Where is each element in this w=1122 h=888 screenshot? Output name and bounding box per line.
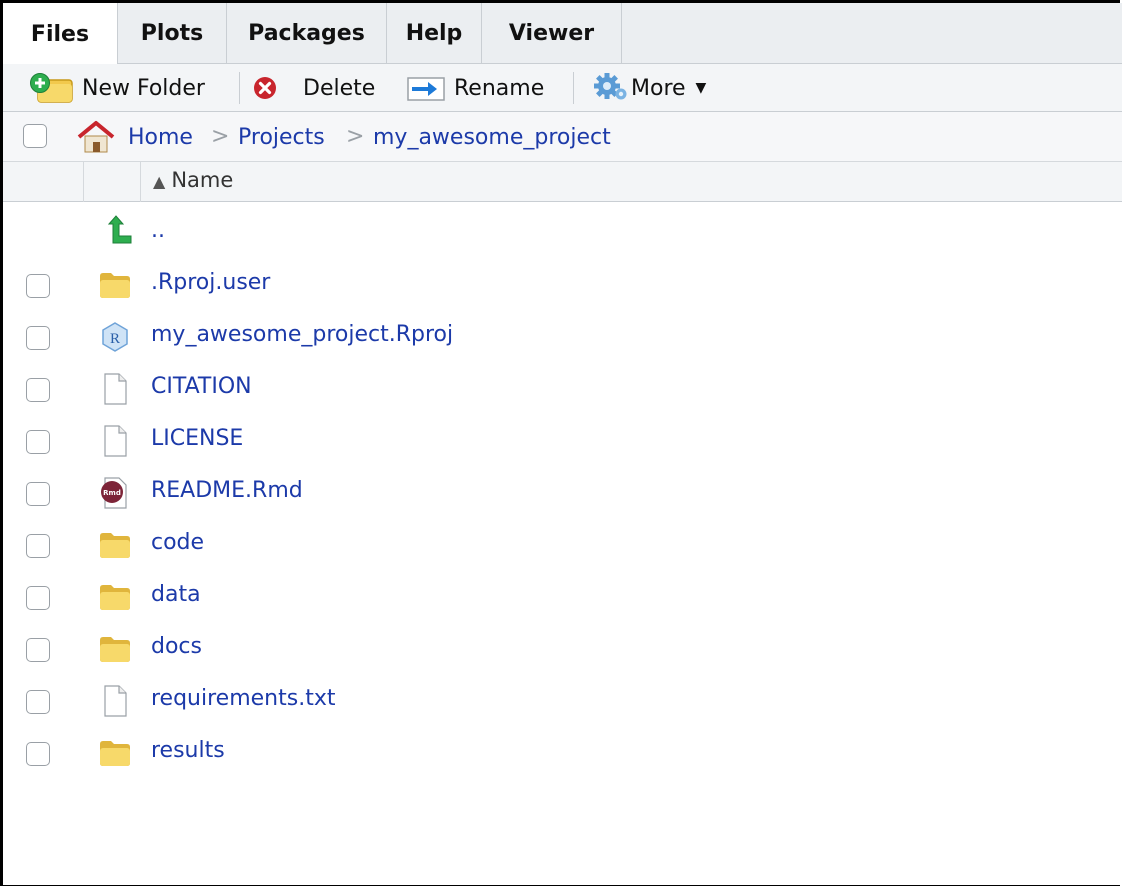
tab-files-label: Files bbox=[30, 21, 90, 47]
breadcrumb-projects[interactable]: Projects bbox=[238, 125, 325, 150]
file-list: .. .Rproj.user R my_awesome_project.Rpro… bbox=[3, 210, 1122, 782]
row-checkbox[interactable] bbox=[26, 742, 50, 766]
tab-viewer-label: Viewer bbox=[508, 21, 595, 46]
tab-plots[interactable]: Plots bbox=[118, 3, 227, 64]
row-checkbox[interactable] bbox=[26, 378, 50, 402]
caret-down-icon: ▼ bbox=[695, 80, 707, 96]
column-divider bbox=[140, 162, 141, 202]
row-checkbox[interactable] bbox=[26, 534, 50, 558]
file-icon bbox=[98, 372, 132, 406]
sort-ascending-icon: ▲ bbox=[153, 172, 166, 191]
list-item[interactable]: LICENSE bbox=[3, 418, 1122, 470]
column-header: ▲ Name bbox=[3, 162, 1122, 202]
folder-icon bbox=[98, 528, 132, 562]
folder-icon bbox=[98, 268, 132, 302]
list-item[interactable]: code bbox=[3, 522, 1122, 574]
new-folder-icon bbox=[28, 72, 76, 104]
file-name[interactable]: docs bbox=[151, 634, 202, 659]
list-item-parent[interactable]: .. bbox=[3, 210, 1122, 262]
folder-icon bbox=[98, 736, 132, 770]
rename-icon bbox=[406, 73, 446, 103]
breadcrumb-separator: > bbox=[211, 124, 230, 149]
toolbar-divider bbox=[239, 72, 240, 104]
list-item[interactable]: data bbox=[3, 574, 1122, 626]
row-checkbox[interactable] bbox=[26, 690, 50, 714]
file-name[interactable]: code bbox=[151, 530, 204, 555]
file-name[interactable]: my_awesome_project.Rproj bbox=[151, 322, 453, 347]
list-item[interactable]: R my_awesome_project.Rproj bbox=[3, 314, 1122, 366]
new-folder-button[interactable]: New Folder bbox=[28, 70, 205, 106]
list-item[interactable]: Rmd README.Rmd bbox=[3, 470, 1122, 522]
file-name[interactable]: requirements.txt bbox=[151, 686, 335, 711]
breadcrumb-home[interactable]: Home bbox=[128, 125, 193, 150]
list-item[interactable]: results bbox=[3, 730, 1122, 782]
column-divider bbox=[83, 162, 84, 202]
breadcrumb: Home > Projects > my_awesome_project bbox=[3, 112, 1122, 162]
delete-label: Delete bbox=[303, 75, 376, 101]
home-icon[interactable] bbox=[75, 120, 117, 154]
breadcrumb-current[interactable]: my_awesome_project bbox=[373, 125, 611, 150]
file-name[interactable]: .. bbox=[151, 218, 165, 243]
file-name[interactable]: data bbox=[151, 582, 201, 607]
file-name[interactable]: CITATION bbox=[151, 374, 252, 399]
up-arrow-icon bbox=[101, 214, 135, 248]
name-column-label: Name bbox=[171, 168, 234, 192]
files-toolbar: New Folder Delete Rename More ▼ bbox=[3, 64, 1122, 112]
row-checkbox[interactable] bbox=[26, 638, 50, 662]
rproj-icon: R bbox=[98, 320, 132, 354]
delete-button[interactable]: Delete bbox=[253, 70, 375, 106]
name-column-header[interactable]: ▲ Name bbox=[153, 168, 233, 192]
svg-text:Rmd: Rmd bbox=[103, 489, 121, 497]
breadcrumb-separator: > bbox=[346, 124, 365, 149]
tab-help[interactable]: Help bbox=[387, 3, 482, 64]
tab-viewer[interactable]: Viewer bbox=[482, 3, 622, 64]
file-icon bbox=[98, 684, 132, 718]
file-name[interactable]: .Rproj.user bbox=[151, 270, 270, 295]
tab-plots-label: Plots bbox=[140, 21, 204, 46]
new-folder-label: New Folder bbox=[82, 75, 205, 101]
list-item[interactable]: requirements.txt bbox=[3, 678, 1122, 730]
delete-icon bbox=[253, 76, 277, 100]
gear-icon bbox=[593, 72, 629, 104]
tab-files[interactable]: Files bbox=[3, 3, 118, 65]
tab-help-label: Help bbox=[405, 21, 463, 46]
rename-button[interactable]: Rename bbox=[406, 70, 544, 106]
select-all-checkbox[interactable] bbox=[23, 124, 47, 148]
folder-icon bbox=[98, 580, 132, 614]
folder-icon bbox=[98, 632, 132, 666]
row-checkbox[interactable] bbox=[26, 430, 50, 454]
file-icon bbox=[98, 424, 132, 458]
row-checkbox[interactable] bbox=[26, 586, 50, 610]
svg-text:R: R bbox=[110, 331, 120, 347]
file-name[interactable]: results bbox=[151, 738, 225, 763]
tab-packages-label: Packages bbox=[248, 21, 365, 46]
more-label: More bbox=[631, 75, 686, 101]
toolbar-divider bbox=[573, 72, 574, 104]
file-name[interactable]: LICENSE bbox=[151, 426, 243, 451]
rmd-icon: Rmd bbox=[98, 476, 132, 510]
tab-packages[interactable]: Packages bbox=[227, 3, 387, 64]
pane-tabbar: Files Plots Packages Help Viewer bbox=[3, 3, 1122, 65]
list-item[interactable]: CITATION bbox=[3, 366, 1122, 418]
row-checkbox[interactable] bbox=[26, 326, 50, 350]
row-checkbox[interactable] bbox=[26, 482, 50, 506]
rename-label: Rename bbox=[454, 75, 545, 101]
file-name[interactable]: README.Rmd bbox=[151, 478, 303, 503]
more-button[interactable]: More ▼ bbox=[593, 70, 706, 106]
list-item[interactable]: .Rproj.user bbox=[3, 262, 1122, 314]
row-checkbox[interactable] bbox=[26, 274, 50, 298]
list-item[interactable]: docs bbox=[3, 626, 1122, 678]
